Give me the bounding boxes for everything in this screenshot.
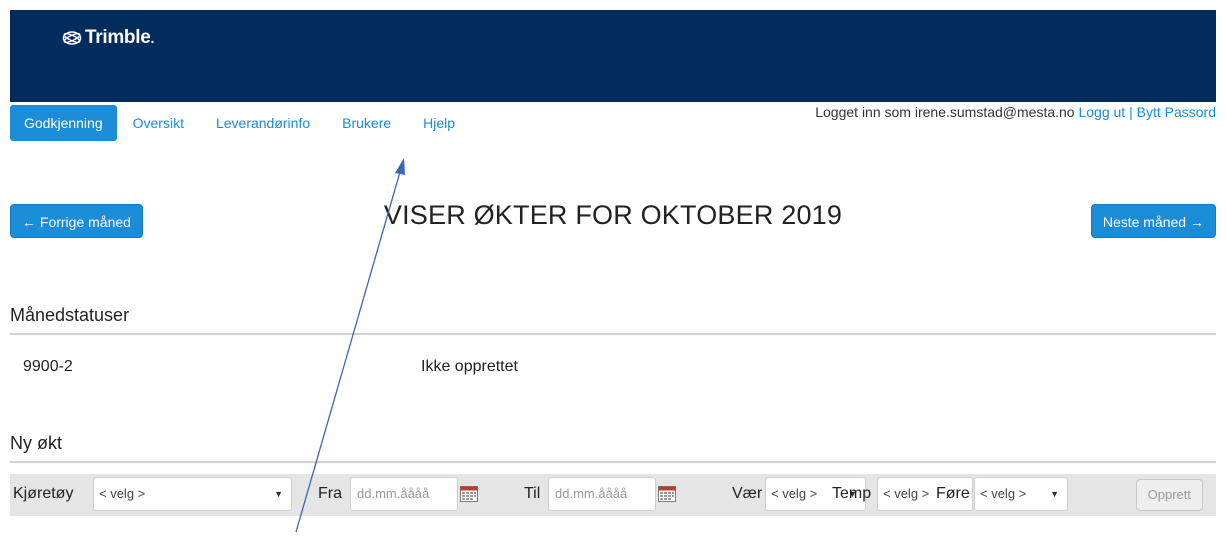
calendar-icon[interactable] (460, 485, 478, 502)
to-date-input[interactable]: dd.mm.åååå (548, 477, 656, 511)
from-date-input[interactable]: dd.mm.åååå (350, 477, 458, 511)
new-session-form: Kjøretøy < velg > ▼ Fra dd.mm.åååå Til d… (10, 474, 1216, 516)
surface-select-value: < velg > (980, 486, 1027, 501)
divider (10, 333, 1216, 335)
weather-label: Vær (732, 485, 763, 502)
vehicle-select[interactable]: < velg > ▼ (93, 477, 292, 511)
nav-item-brukere[interactable]: Brukere (326, 105, 407, 141)
app-header: Trimble. (10, 10, 1216, 102)
nav-item-oversikt[interactable]: Oversikt (117, 105, 200, 141)
status-row-status: Ikke opprettet (421, 358, 518, 375)
divider (10, 461, 1216, 463)
calendar-icon[interactable] (658, 485, 676, 502)
from-label: Fra (318, 485, 342, 502)
logo-text: Trimble (85, 27, 151, 48)
create-button[interactable]: Opprett (1135, 479, 1203, 511)
next-month-button[interactable]: Neste måned → (1090, 204, 1216, 238)
trimble-logo[interactable]: Trimble. (62, 27, 154, 49)
userbar-separator: | (1129, 104, 1133, 120)
nav-item-godkjenning[interactable]: Godkjenning (10, 105, 117, 141)
chevron-down-icon: ▼ (274, 489, 283, 499)
chevron-down-icon: ▼ (1050, 489, 1059, 499)
user-bar: Logget inn som irene.sumstad@mesta.no Lo… (815, 104, 1216, 120)
to-date-placeholder: dd.mm.åååå (555, 486, 628, 501)
surface-select[interactable]: < velg > ▼ (974, 477, 1068, 511)
to-label: Til (524, 485, 541, 502)
nav-item-hjelp[interactable]: Hjelp (407, 105, 471, 141)
trimble-globe-icon (62, 31, 82, 45)
logged-in-text: Logget inn som irene.sumstad@mesta.no (815, 104, 1075, 120)
logout-link[interactable]: Logg ut (1078, 104, 1125, 120)
vehicle-label: Kjøretøy (13, 485, 74, 502)
weather-select-value: < velg > (771, 486, 818, 501)
vehicle-select-value: < velg > (99, 486, 146, 501)
from-date-placeholder: dd.mm.åååå (357, 486, 430, 501)
month-status-title: Månedstatuser (10, 305, 130, 325)
surface-label: Føre (936, 485, 970, 502)
new-session-title: Ny økt (10, 433, 62, 453)
temp-label: Temp (832, 485, 872, 502)
change-password-link[interactable]: Bytt Passord (1137, 104, 1216, 120)
logo-dot: . (150, 30, 155, 46)
page-title: VISER ØKTER FOR OKTOBER 2019 (383, 200, 843, 230)
nav-item-leverandorinfo[interactable]: Leverandørinfo (200, 105, 326, 141)
main-nav: Godkjenning Oversikt Leverandørinfo Bruk… (10, 105, 471, 141)
status-row-code: 9900-2 (23, 358, 73, 375)
temp-select-value: < velg > (883, 486, 930, 501)
